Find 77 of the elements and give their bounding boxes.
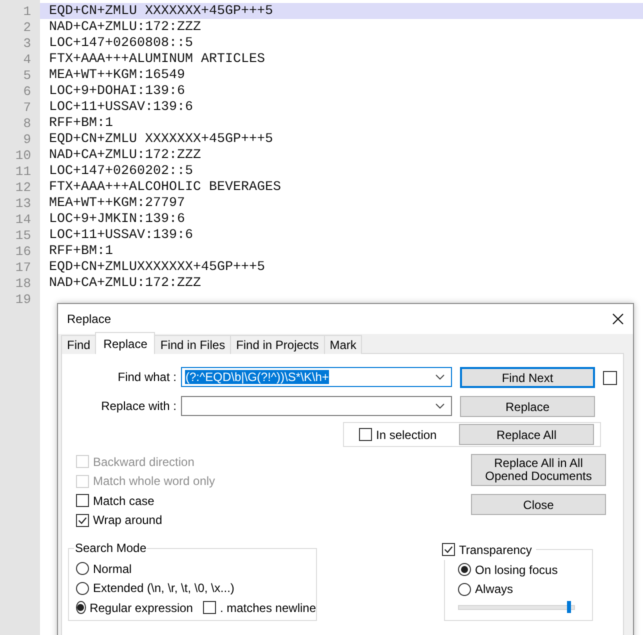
line-number: 5 bbox=[22, 68, 31, 82]
checkbox[interactable] bbox=[76, 514, 89, 527]
replace-button[interactable]: Replace bbox=[460, 396, 595, 417]
transparency-option[interactable]: Transparency bbox=[442, 540, 536, 560]
line-number: 2 bbox=[22, 20, 31, 34]
matches-newline-option[interactable]: . matches newline bbox=[202, 600, 316, 615]
code-line: EQD+CN+ZMLU XXXXXXX+45GP+++5 bbox=[48, 131, 274, 147]
search-mode-option[interactable]: Normal bbox=[76, 559, 316, 578]
radio-button[interactable] bbox=[458, 563, 471, 576]
radio-button[interactable] bbox=[76, 601, 86, 614]
checkbox[interactable] bbox=[202, 601, 216, 614]
tab[interactable]: Find bbox=[61, 335, 96, 354]
checkbox[interactable] bbox=[442, 543, 455, 556]
code-line: FTX+AAA+++ALCOHOLIC BEVERAGES bbox=[48, 179, 282, 195]
transparency-mode-option[interactable]: On losing focus bbox=[458, 560, 592, 580]
line-number: 8 bbox=[22, 116, 31, 130]
code-line: LOC+11+USSAV:139:6 bbox=[48, 227, 194, 243]
code-line: MEA+WT++KGM:16549 bbox=[48, 67, 186, 83]
line-number: 11 bbox=[14, 164, 31, 178]
option-checkbox[interactable]: Wrap around bbox=[76, 510, 216, 530]
line-number: 7 bbox=[22, 100, 31, 114]
checkbox[interactable] bbox=[76, 494, 89, 508]
search-mode-option[interactable]: Extended (\n, \r, \t, \0, \x...) bbox=[76, 578, 316, 598]
in-selection-option[interactable]: In selection bbox=[359, 424, 437, 444]
line-number: 1 bbox=[22, 4, 31, 18]
tab[interactable]: Find in Files bbox=[154, 335, 232, 354]
close-button[interactable]: Close bbox=[471, 494, 606, 515]
code-line: NAD+CA+ZMLU:172:ZZZ bbox=[48, 19, 202, 35]
tab[interactable]: Replace bbox=[95, 332, 156, 354]
tab[interactable]: Find in Projects bbox=[230, 335, 325, 354]
code-line: LOC+147+0260202::5 bbox=[48, 163, 194, 179]
radio-button[interactable] bbox=[458, 582, 471, 596]
code-line: LOC+147+0260808::5 bbox=[48, 35, 194, 51]
code-line: MEA+WT++KGM:27797 bbox=[48, 195, 186, 211]
code-line: RFF+BM:1 bbox=[48, 115, 114, 131]
code-line: NAD+CA+ZMLU:172:ZZZ bbox=[48, 147, 202, 163]
code-line: EQD+CN+ZMLUXXXXXXX+45GP+++5 bbox=[48, 259, 266, 275]
line-number: 15 bbox=[14, 228, 31, 242]
dropdown-icon[interactable] bbox=[435, 403, 445, 409]
line-number: 12 bbox=[14, 180, 31, 194]
code-line: LOC+9+DOHAI:139:6 bbox=[48, 83, 186, 99]
code-line: LOC+11+USSAV:139:6 bbox=[48, 99, 194, 115]
radio-button[interactable] bbox=[76, 582, 89, 595]
code-line: FTX+AAA+++ALUMINUM ARTICLES bbox=[48, 51, 266, 67]
line-number: 4 bbox=[22, 52, 31, 66]
line-number: 16 bbox=[14, 244, 31, 258]
line-number: 10 bbox=[14, 148, 31, 162]
tab[interactable]: Mark bbox=[324, 335, 362, 354]
code-line: RFF+BM:1 bbox=[48, 243, 114, 259]
slider-thumb[interactable] bbox=[567, 601, 572, 613]
replace-all-opened-button[interactable]: Replace All in All Opened Documents bbox=[471, 454, 606, 486]
group-title: Search Mode bbox=[74, 541, 148, 555]
line-number: 18 bbox=[14, 276, 31, 290]
code-line: LOC+9+JMKIN:139:6 bbox=[48, 211, 186, 227]
close-icon[interactable] bbox=[612, 313, 624, 325]
search-mode-option[interactable]: Regular expression . matches newline bbox=[76, 598, 316, 618]
code-line: NAD+CA+ZMLU:172:ZZZ bbox=[48, 275, 202, 291]
field-label: Replace with : bbox=[100, 399, 178, 413]
line-number: 14 bbox=[14, 212, 31, 226]
replace-all-button[interactable]: Replace All bbox=[459, 424, 594, 445]
line-number: 19 bbox=[14, 292, 31, 306]
line-number: 17 bbox=[14, 260, 31, 274]
checkbox[interactable] bbox=[359, 428, 372, 441]
field-label: Find what : bbox=[116, 370, 178, 384]
radio-button[interactable] bbox=[76, 562, 89, 576]
line-number: 3 bbox=[22, 36, 31, 50]
line-number: 9 bbox=[22, 132, 31, 146]
transparency-mode-option[interactable]: Always bbox=[458, 580, 592, 599]
line-number: 13 bbox=[14, 196, 31, 210]
replace-with-field[interactable] bbox=[181, 396, 452, 416]
dropdown-icon[interactable] bbox=[435, 374, 445, 380]
dialog-title: Replace bbox=[67, 312, 112, 326]
find-next-button[interactable]: Find Next bbox=[460, 367, 595, 388]
option-checkbox[interactable]: Match case bbox=[76, 491, 216, 510]
find-what-field[interactable]: (?:^EQD\b|\G(?!^))\S*\K\h+ bbox=[181, 367, 452, 387]
checkbox[interactable] bbox=[603, 370, 617, 384]
line-number: 6 bbox=[22, 84, 31, 98]
